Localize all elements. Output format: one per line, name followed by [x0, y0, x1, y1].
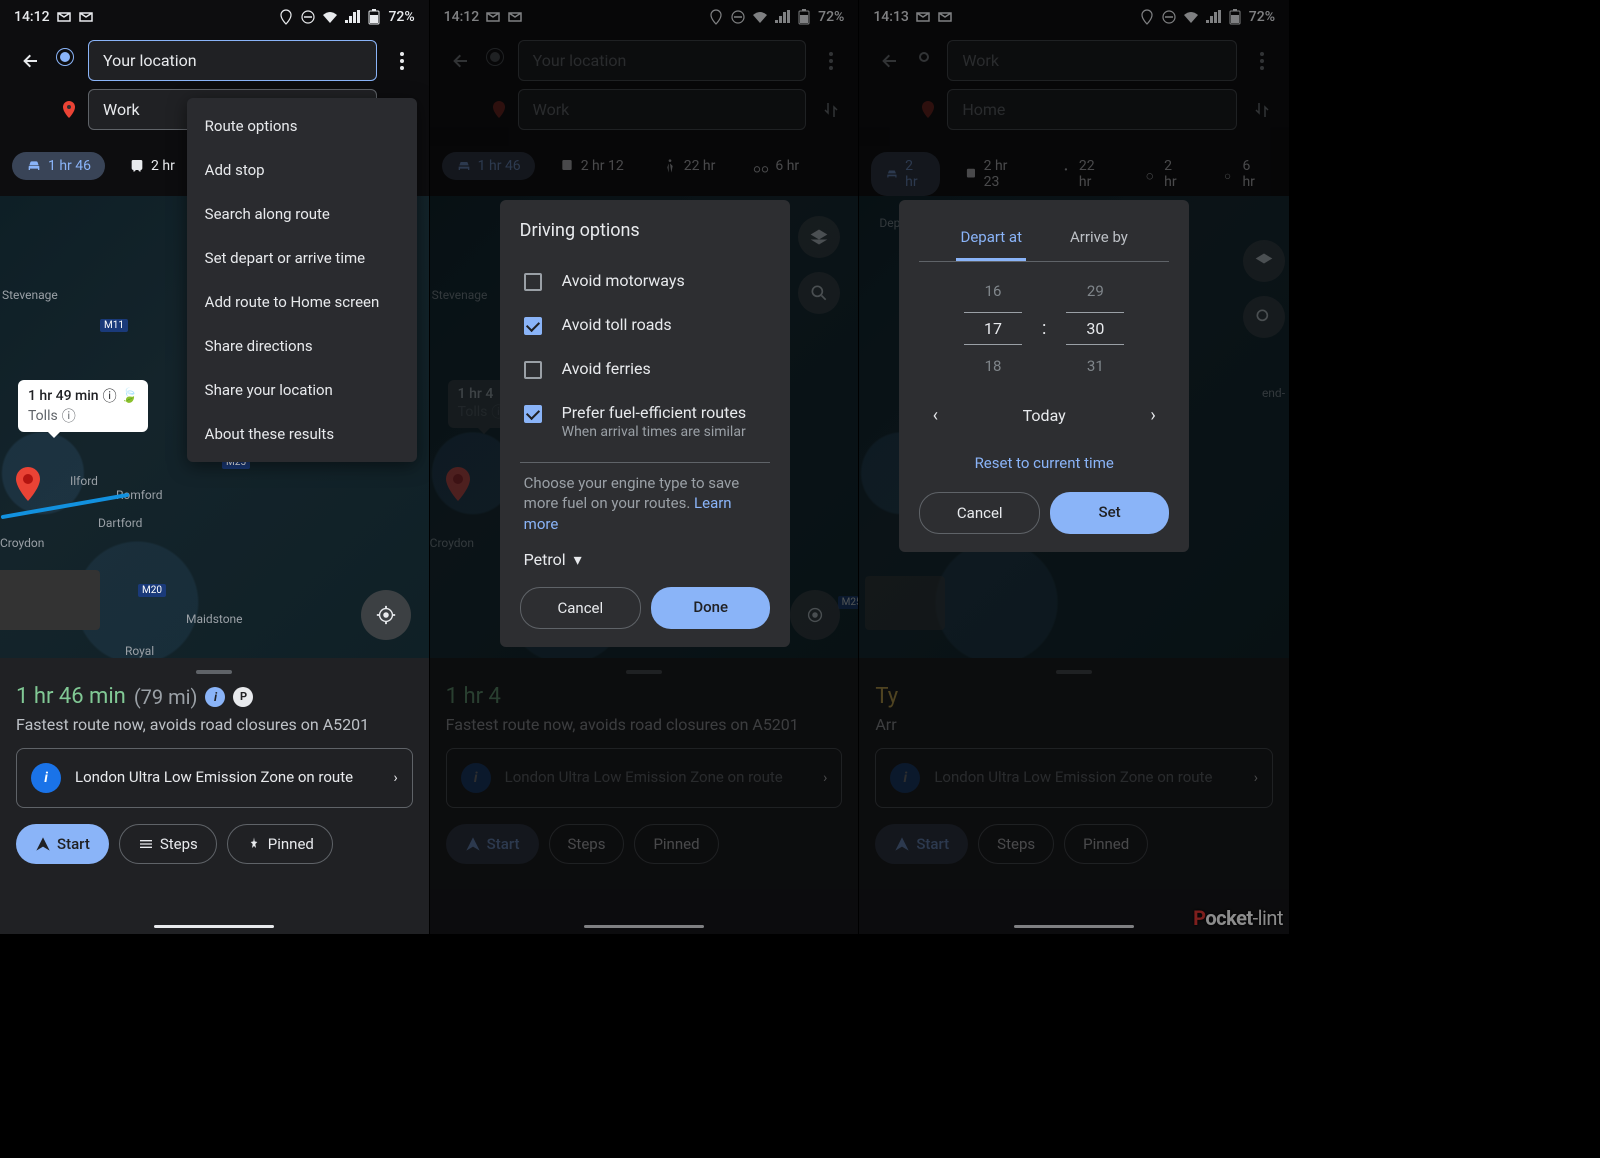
- origin-input[interactable]: Your location: [88, 40, 377, 81]
- opt-fuel-efficient[interactable]: Prefer fuel-efficient routesWhen arrival…: [520, 391, 771, 452]
- route-time-bubble[interactable]: 1 hr 49 min ⓘ 🍃 Tolls ⓘ: [18, 380, 148, 432]
- menu-add-home[interactable]: Add route to Home screen: [187, 280, 417, 324]
- checkbox[interactable]: [524, 317, 542, 335]
- opt-avoid-motorways[interactable]: Avoid motorways: [520, 259, 771, 303]
- menu-share-loc[interactable]: Share your location: [187, 368, 417, 412]
- menu-share-dir[interactable]: Share directions: [187, 324, 417, 368]
- map-label: Ilford: [70, 474, 98, 488]
- battery-percent: 72%: [388, 9, 414, 25]
- parking-icon[interactable]: P: [233, 687, 253, 707]
- phone-driving-options: 14:12 72% Your location Work 1 hr 46: [430, 0, 860, 934]
- location-icon: [278, 9, 294, 25]
- map-label: Maidstone: [186, 612, 243, 626]
- phone-depart-arrive: 14:13 72% Work Home 2 hr 2 hr 23: [859, 0, 1289, 934]
- sheet-actions: Start Steps Pinned: [16, 824, 413, 864]
- time-picker[interactable]: 16 17 18 : 29 30 31: [919, 282, 1169, 375]
- reset-link[interactable]: Reset to current time: [919, 454, 1169, 472]
- my-location-button[interactable]: [361, 590, 411, 640]
- menu-route-options[interactable]: Route options: [187, 104, 417, 148]
- dialog-title: Driving options: [520, 220, 771, 241]
- date-label[interactable]: Today: [1023, 406, 1066, 425]
- info-icon[interactable]: i: [205, 687, 225, 707]
- cancel-button[interactable]: Cancel: [520, 587, 641, 629]
- start-button[interactable]: Start: [16, 824, 109, 864]
- checkbox[interactable]: [524, 361, 542, 379]
- hour-spinner[interactable]: 16 17 18: [964, 282, 1022, 375]
- driving-options-dialog: Driving options Avoid motorways Avoid to…: [500, 200, 791, 647]
- pinned-button[interactable]: Pinned: [227, 824, 333, 864]
- route-pin-dest: [14, 467, 42, 507]
- engine-selector[interactable]: Petrol ▾: [520, 544, 771, 587]
- map-label: Dartford: [98, 516, 142, 530]
- map-label: Croydon: [0, 536, 44, 550]
- map-label: Royal Tunbridge: [125, 644, 178, 658]
- opt-avoid-tolls[interactable]: Avoid toll roads: [520, 303, 771, 347]
- overflow-menu[interactable]: Route options Add stop Search along rout…: [187, 98, 417, 462]
- cancel-button[interactable]: Cancel: [919, 492, 1040, 534]
- route-sheet[interactable]: 1 hr 46 min (79 mi) i P Fastest route no…: [0, 658, 429, 934]
- status-clock: 14:12: [14, 9, 50, 25]
- origin-indicator: [60, 52, 78, 70]
- leaf-icon: 🍃: [121, 388, 138, 404]
- done-button[interactable]: Done: [651, 587, 770, 629]
- overflow-menu-button[interactable]: [387, 42, 417, 80]
- opt-avoid-ferries[interactable]: Avoid ferries: [520, 347, 771, 391]
- depart-arrive-dialog: Depart at Arrive by 16 17 18 : 29 30 31 …: [899, 200, 1189, 552]
- gmail-icon: [78, 9, 94, 25]
- date-row: ‹ Today ›: [919, 395, 1169, 436]
- checkbox[interactable]: [524, 273, 542, 291]
- road-badge: M20: [138, 584, 166, 597]
- status-bar: 14:12 72%: [0, 0, 429, 34]
- next-day-button[interactable]: ›: [1141, 405, 1165, 426]
- wifi-icon: [322, 9, 338, 25]
- mode-transit[interactable]: 2 hr: [115, 152, 189, 180]
- back-button[interactable]: [12, 42, 50, 80]
- dnd-icon: [300, 9, 316, 25]
- ulez-notice[interactable]: i London Ultra Low Emission Zone on rout…: [16, 748, 413, 808]
- road-badge: M11: [100, 319, 128, 332]
- sheet-subtitle: Fastest route now, avoids road closures …: [16, 715, 413, 734]
- prev-day-button[interactable]: ‹: [923, 405, 947, 426]
- tab-depart[interactable]: Depart at: [956, 218, 1026, 261]
- chevron-right-icon: ›: [393, 770, 397, 786]
- menu-about[interactable]: About these results: [187, 412, 417, 456]
- menu-add-stop[interactable]: Add stop: [187, 148, 417, 192]
- phone-route-options: 14:12 72% Your location Work 1 hr 46: [0, 0, 430, 934]
- gmail-icon: [56, 9, 72, 25]
- minute-spinner[interactable]: 29 30 31: [1066, 282, 1124, 375]
- streetview-thumb[interactable]: [0, 570, 100, 630]
- info-icon: i: [31, 763, 61, 793]
- set-button[interactable]: Set: [1050, 492, 1169, 534]
- info-icon: ⓘ: [62, 406, 76, 426]
- dest-indicator: [60, 101, 78, 119]
- engine-note: Choose your engine type to save more fue…: [520, 473, 771, 544]
- steps-button[interactable]: Steps: [119, 824, 217, 864]
- tab-arrive[interactable]: Arrive by: [1066, 218, 1132, 261]
- menu-search-along[interactable]: Search along route: [187, 192, 417, 236]
- nav-bar[interactable]: [154, 925, 274, 928]
- checkbox[interactable]: [524, 405, 542, 423]
- map-label: Stevenage: [2, 288, 58, 302]
- mode-driving[interactable]: 1 hr 46: [12, 152, 105, 180]
- info-icon: ⓘ: [103, 386, 117, 406]
- depart-tabs: Depart at Arrive by: [919, 218, 1169, 262]
- grabber[interactable]: [196, 670, 232, 674]
- signal-icon: [344, 9, 360, 25]
- battery-icon: [366, 9, 382, 25]
- chevron-down-icon: ▾: [574, 550, 582, 569]
- menu-depart-arrive[interactable]: Set depart or arrive time: [187, 236, 417, 280]
- sheet-header: 1 hr 46 min (79 mi) i P: [16, 684, 413, 709]
